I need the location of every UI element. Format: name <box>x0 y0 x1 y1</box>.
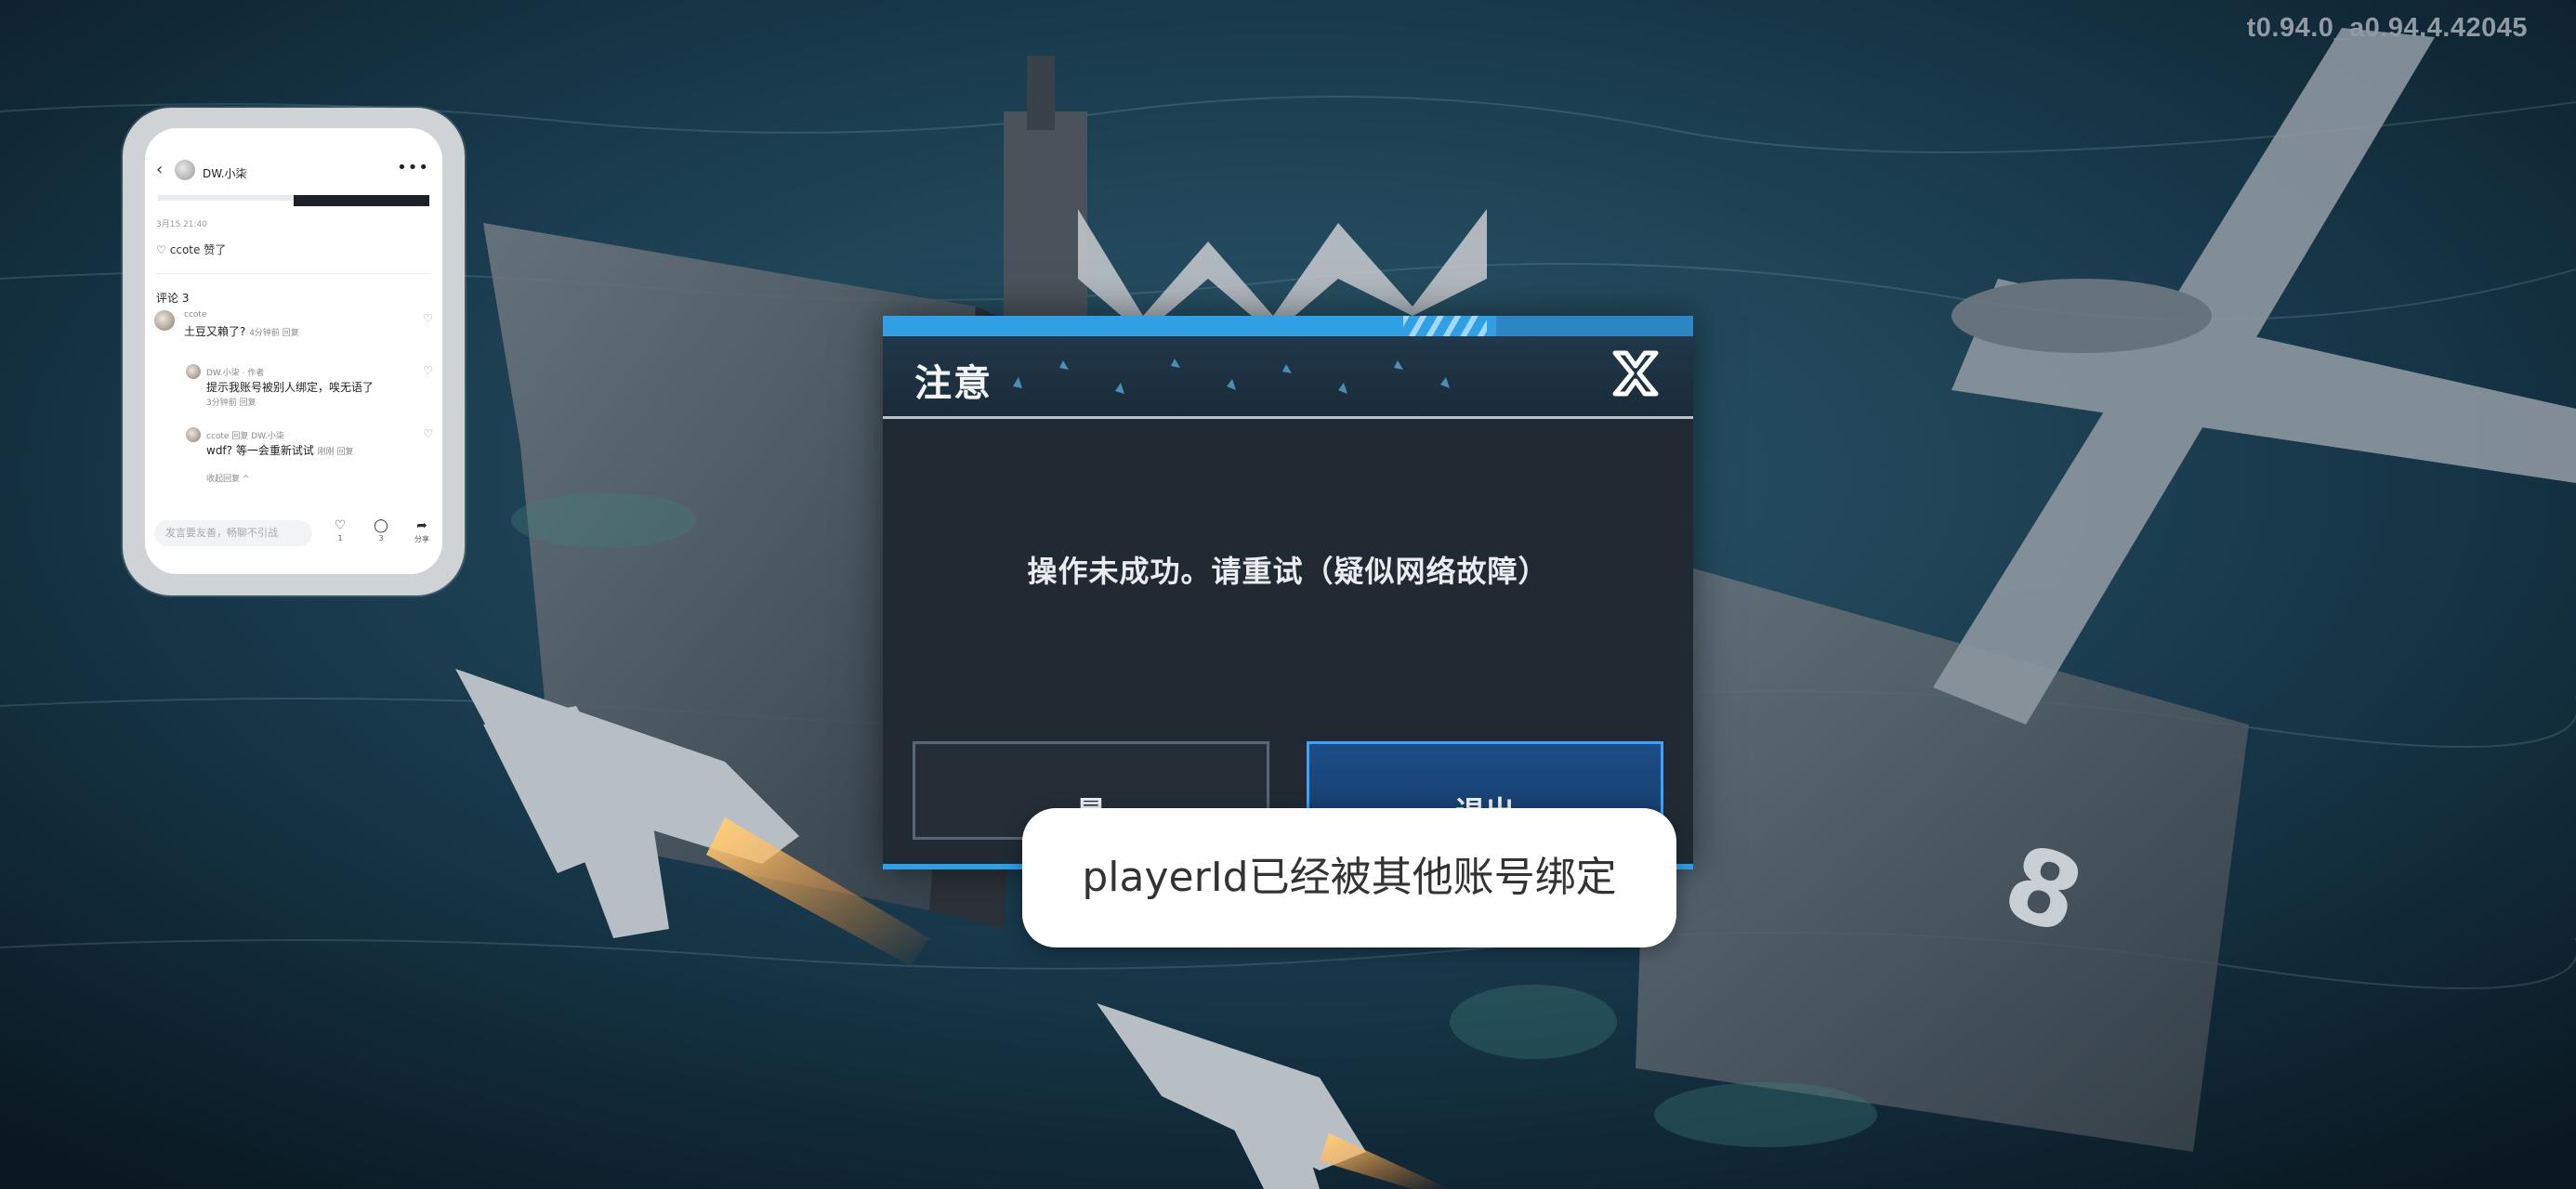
comment-body: 土豆又賴了? <box>184 325 246 338</box>
like-text: ccote 赞了 <box>169 243 227 256</box>
heart-icon[interactable]: ♡ <box>423 364 433 377</box>
dialog-title: 注意 <box>914 362 992 405</box>
back-icon[interactable]: ‹ <box>156 162 163 178</box>
media-strip <box>158 195 294 201</box>
like-count: 1 <box>337 534 343 542</box>
comment-text: 土豆又賴了? 4分钟前 回复 <box>184 323 299 339</box>
comment-icon: ◯ <box>374 518 388 533</box>
dialog-stripes <box>1403 316 1487 336</box>
more-icon[interactable]: ••• <box>397 158 429 177</box>
comment-item: DW.小柒 · 作者 提示我账号被别人绑定，唉无语了 3分钟前 回复 ♡ <box>186 364 433 411</box>
media-thumbnail <box>294 195 429 206</box>
toast-message: playerId已经被其他账号绑定 <box>1022 808 1676 947</box>
avatar <box>154 310 175 331</box>
comments-title: 评论 3 <box>156 292 190 305</box>
avatar <box>186 427 201 442</box>
share-button[interactable]: ➦ 分享 <box>411 518 433 544</box>
close-icon[interactable] <box>1606 344 1665 403</box>
comment-author: DW.小柒 · 作者 <box>206 369 265 378</box>
phone-header: ‹ DW.小柒 ••• <box>145 128 442 180</box>
heart-icon[interactable]: ♡ <box>423 312 433 325</box>
heart-icon: ♡ <box>334 518 347 533</box>
like-button[interactable]: ♡ 1 <box>329 518 351 542</box>
collapse-replies[interactable]: 收起回复 ^ <box>206 472 392 487</box>
divider <box>156 273 431 274</box>
dialog-top-bar-accent <box>1496 316 1693 336</box>
dialog-header: 注意 <box>883 336 1693 419</box>
comment-body: 提示我账号被别人绑定，唉无语了 <box>206 381 375 394</box>
dialog-message: 操作未成功。请重试（疑似网络故障） <box>1027 554 1549 589</box>
sparkle-decoration <box>1013 359 1450 394</box>
comment-meta: 3分钟前 回复 <box>206 399 256 408</box>
share-label: 分享 <box>414 535 429 543</box>
comment-body: wdf? 等一会重新试试 <box>206 444 314 457</box>
like-row: ♡ ccote 赞了 <box>156 242 226 257</box>
alert-dialog: 注意 操作未成功。请重试（疑似网络故障） 是 退出 <box>883 316 1693 869</box>
avatar <box>175 160 195 180</box>
comment-input[interactable]: 发言要友善，畅聊不引战 <box>154 520 312 546</box>
comment-item: ccote 土豆又賴了? 4分钟前 回复 ♡ <box>154 310 433 347</box>
phone-bottom-bar: 发言要友善，畅聊不引战 ♡ 1 ◯ 3 ➦ 分享 <box>145 516 442 563</box>
phone-screenshot: ‹ DW.小柒 ••• 3月15 21:40 ♡ ccote 赞了 评论 3 cc… <box>145 128 442 574</box>
share-icon: ➦ <box>416 518 427 533</box>
heart-icon[interactable]: ♡ <box>423 427 433 440</box>
comment-meta: 刚刚 回复 <box>317 448 354 457</box>
username: DW.小柒 <box>203 167 247 180</box>
comment-button[interactable]: ◯ 3 <box>370 518 392 542</box>
version-label: t0.94.0_a0.94.4.42045 <box>2246 13 2528 43</box>
comment-meta: 4分钟前 回复 <box>249 329 299 338</box>
heart-icon: ♡ <box>156 243 166 256</box>
comment-author: ccote <box>184 310 207 320</box>
comment-text: wdf? 等一会重新试试 刚刚 回复 <box>206 442 354 458</box>
comment-author: ccote 回复 DW.小柒 <box>206 432 284 441</box>
post-date: 3月15 21:40 <box>156 220 207 229</box>
collapse-label: 收起回复 ^ <box>206 475 250 484</box>
comment-count: 3 <box>378 534 384 542</box>
avatar <box>186 364 201 379</box>
comment-item: ccote 回复 DW.小柒 wdf? 等一会重新试试 刚刚 回复 ♡ <box>186 427 433 474</box>
